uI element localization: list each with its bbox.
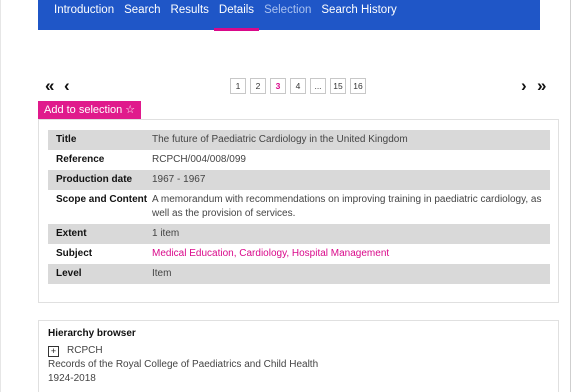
- page-numbers: 1 2 3 4 ... 15 16: [230, 78, 370, 94]
- field-label: Production date: [56, 174, 133, 185]
- field-value: The future of Paediatric Cardiology in t…: [152, 134, 408, 145]
- top-navigation: Introduction Search Results Details Sele…: [38, 0, 540, 31]
- field-label: Subject: [56, 248, 93, 259]
- record-fields: Title The future of Paediatric Cardiolog…: [48, 130, 550, 284]
- last-page-icon[interactable]: »: [537, 76, 546, 96]
- field-row-subject: Subject Medical Education, Cardiology, H…: [48, 244, 550, 264]
- first-page-icon[interactable]: «: [45, 76, 54, 96]
- hierarchy-browser: Hierarchy browser + RCPCH Records of the…: [38, 320, 559, 392]
- field-value: Item: [152, 268, 172, 279]
- field-row-reference: Reference RCPCH/004/008/099: [48, 150, 550, 170]
- page-frame: Introduction Search Results Details Sele…: [0, 0, 571, 392]
- page-link[interactable]: 15: [330, 78, 346, 94]
- field-label: Scope and Content: [56, 194, 148, 205]
- tab-details[interactable]: Details: [213, 0, 260, 31]
- add-to-selection-button[interactable]: Add to selection ☆: [38, 101, 142, 119]
- subject-links[interactable]: Medical Education, Cardiology, Hospital …: [152, 244, 393, 264]
- hierarchy-browser-title: Hierarchy browser: [48, 328, 136, 339]
- page-link[interactable]: 16: [350, 78, 366, 94]
- hierarchy-node-code[interactable]: RCPCH: [67, 345, 103, 356]
- field-value: 1 item: [152, 228, 180, 239]
- page-link[interactable]: 2: [250, 78, 266, 94]
- tab-introduction[interactable]: Introduction: [38, 0, 119, 30]
- expand-plus-icon[interactable]: +: [48, 346, 59, 357]
- next-page-icon[interactable]: ›: [521, 76, 527, 96]
- field-value: RCPCH/004/008/099: [152, 154, 246, 165]
- page-link[interactable]: 4: [290, 78, 306, 94]
- page-link[interactable]: 1: [230, 78, 246, 94]
- field-value: A memorandum with recommendations on imp…: [152, 194, 542, 219]
- add-to-selection-label: Add to selection: [44, 104, 123, 116]
- star-icon: ☆: [125, 104, 136, 116]
- hierarchy-node-name: Records of the Royal College of Paediatr…: [48, 359, 319, 370]
- pagination: « ‹ 1 2 3 4 ... 15 16 › »: [1, 76, 572, 96]
- record-details-panel: Title The future of Paediatric Cardiolog…: [38, 119, 559, 303]
- tab-selection[interactable]: Selection: [259, 0, 316, 30]
- previous-page-icon[interactable]: ‹: [64, 76, 70, 96]
- tab-search[interactable]: Search: [119, 0, 165, 30]
- field-row-level: Level Item: [48, 264, 550, 284]
- field-row-production-date: Production date 1967 - 1967: [48, 170, 550, 190]
- field-row-scope-and-content: Scope and Content A memorandum with reco…: [48, 190, 550, 224]
- field-value: 1967 - 1967: [152, 174, 206, 185]
- page-link-current[interactable]: 3: [270, 78, 286, 94]
- page-ellipsis: ...: [310, 78, 326, 94]
- field-row-title: Title The future of Paediatric Cardiolog…: [48, 130, 550, 150]
- field-label: Level: [56, 268, 82, 279]
- field-label: Title: [56, 134, 77, 145]
- field-row-extent: Extent 1 item: [48, 224, 550, 244]
- field-label: Reference: [56, 154, 105, 165]
- tab-search-history[interactable]: Search History: [316, 0, 401, 30]
- hierarchy-node-dates: 1924-2018: [48, 373, 96, 384]
- tab-results[interactable]: Results: [166, 0, 214, 30]
- field-label: Extent: [56, 228, 87, 239]
